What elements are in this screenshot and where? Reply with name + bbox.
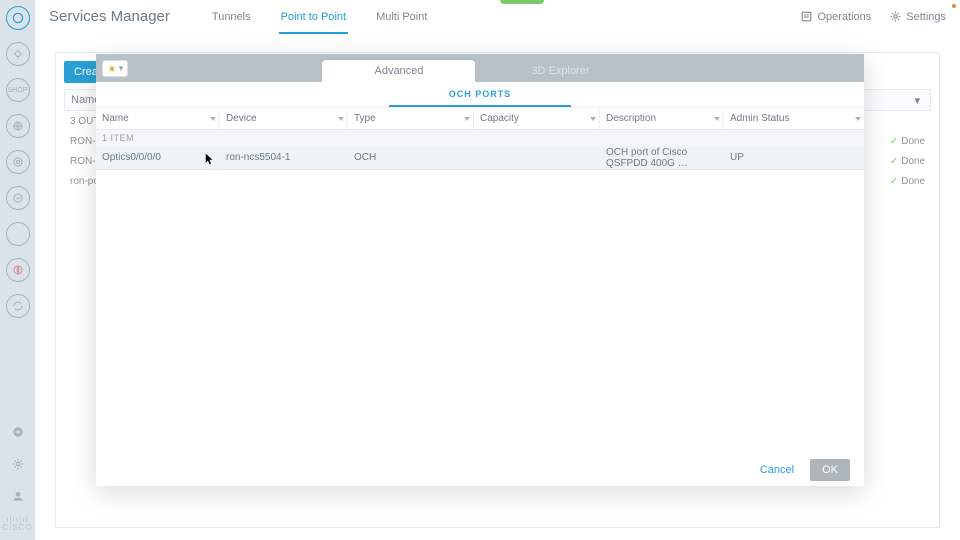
sort-icon: [210, 117, 216, 121]
dialog-tab-bar: ▾ Advanced 3D Explorer: [96, 54, 864, 82]
rail-icon-sync[interactable]: [6, 294, 30, 318]
rail-icon-topology[interactable]: [6, 42, 30, 66]
cell-type: OCH: [348, 146, 474, 169]
col-header-capacity[interactable]: Capacity: [474, 108, 600, 129]
port-picker-dialog: ▾ Advanced 3D Explorer OCH PORTS Name De…: [96, 54, 864, 486]
rail-icon-gear[interactable]: [6, 452, 30, 476]
rail-icon-home[interactable]: [6, 6, 30, 30]
left-nav-rail: SHOP ı|ıı|ııCISCO: [0, 0, 35, 540]
rail-icon-compass[interactable]: [6, 258, 30, 282]
tab-multi-point[interactable]: Multi Point: [374, 1, 429, 33]
cell-capacity: [474, 146, 600, 169]
operations-icon: [800, 10, 813, 23]
settings-link[interactable]: Settings: [889, 10, 946, 23]
rail-icon-add[interactable]: [6, 420, 30, 444]
col-header-description[interactable]: Description: [600, 108, 724, 129]
chevron-down-icon: ▾: [119, 63, 124, 74]
dialog-tab-3d-explorer[interactable]: 3D Explorer: [479, 60, 641, 82]
subtab-och-ports[interactable]: OCH PORTS: [389, 89, 572, 107]
rail-icon-globe[interactable]: [6, 114, 30, 138]
rail-icon-check[interactable]: [6, 186, 30, 210]
operations-label: Operations: [817, 11, 871, 23]
cell-admin: UP: [724, 146, 864, 169]
rail-icon-user[interactable]: [6, 484, 30, 508]
col-header-device[interactable]: Device: [220, 108, 348, 129]
table-row[interactable]: Optics0/0/0/0 ron-ncs5504-1 OCH OCH port…: [96, 146, 864, 170]
dialog-tab-advanced[interactable]: Advanced: [322, 60, 475, 82]
cancel-button[interactable]: Cancel: [754, 460, 800, 480]
cisco-logo: ı|ıı|ııCISCO: [2, 516, 32, 532]
sort-icon: [714, 117, 720, 121]
cell-name: Optics0/0/0/0: [96, 146, 220, 169]
app-header: Services Manager Tunnels Point to Point …: [35, 0, 960, 34]
header-tabs: Tunnels Point to Point Multi Point: [210, 1, 430, 33]
cursor-icon: [205, 153, 214, 168]
grid-header: Name Device Type Capacity Description Ad…: [96, 108, 864, 130]
cell-description: OCH port of Cisco QSFPDD 400G …: [600, 146, 724, 169]
cell-device: ron-ncs5504-1: [220, 146, 348, 169]
rail-icon-blank[interactable]: [6, 222, 30, 246]
sort-icon: [338, 117, 344, 121]
rail-icon-shop[interactable]: SHOP: [6, 78, 30, 102]
operations-link[interactable]: Operations: [800, 10, 871, 23]
rail-icon-target[interactable]: [6, 150, 30, 174]
tab-point-to-point[interactable]: Point to Point: [279, 1, 348, 34]
gear-icon: [889, 10, 902, 23]
settings-label: Settings: [906, 11, 946, 23]
row-count: 1 ITEM: [96, 130, 864, 146]
dialog-footer: Cancel OK: [96, 452, 864, 486]
tab-tunnels[interactable]: Tunnels: [210, 1, 253, 33]
col-header-type[interactable]: Type: [348, 108, 474, 129]
dialog-subtabs: OCH PORTS: [96, 82, 864, 108]
sort-icon: [464, 117, 470, 121]
sort-icon: [855, 117, 861, 121]
favorites-chip[interactable]: ▾: [102, 60, 128, 77]
sort-icon: [590, 117, 596, 121]
col-header-name[interactable]: Name: [96, 108, 220, 129]
col-header-admin[interactable]: Admin Status: [724, 108, 864, 129]
app-title: Services Manager: [49, 8, 170, 25]
ok-button[interactable]: OK: [810, 459, 850, 481]
